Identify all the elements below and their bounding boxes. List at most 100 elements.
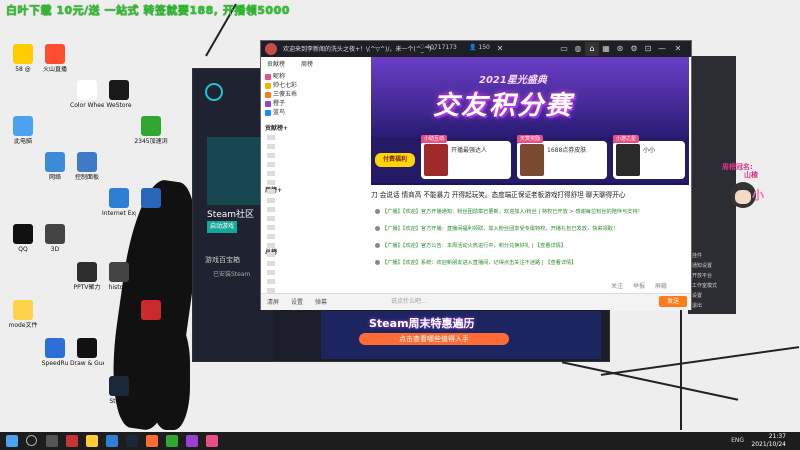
right-menu-item[interactable]: 退出 xyxy=(692,302,732,310)
rank-entry[interactable]: 橙子 xyxy=(265,98,285,107)
rank-entry[interactable]: 昵称 xyxy=(265,71,285,80)
home-icon[interactable]: ⌂ xyxy=(585,42,599,56)
desktop-icon[interactable]: DEVOUR xyxy=(134,300,168,329)
slot-tag: 天赏奖励 xyxy=(517,135,544,143)
chat-message[interactable]: 【广播】【欢迎】官方开播通知：粉丝团勋章已更新，欢迎加入/粉丝 | 特权已开放 … xyxy=(375,209,675,216)
desktop-icon[interactable]: 此电脑 xyxy=(6,116,40,145)
window-close-icon[interactable]: ✕ xyxy=(671,42,685,56)
desktop-icon[interactable]: mode文件 xyxy=(6,300,40,329)
chat-input[interactable]: 说点什么吧... xyxy=(391,296,551,307)
desktop-icon[interactable]: PPTV聚力 xyxy=(70,262,104,291)
rank-entry[interactable]: 蓝鸟 xyxy=(265,107,285,116)
clock[interactable]: 21:37 2021/10/24 xyxy=(751,433,786,449)
taskbar-app-icon[interactable] xyxy=(146,435,158,447)
desktop-icon-label: 2345加速浏 xyxy=(134,138,168,145)
chat-message[interactable]: 【广播】【欢迎】官方公告：本周活动火热进行中，积分兑换好礼 | 【查看详情】 xyxy=(375,243,675,250)
desktop-icon[interactable]: WeStore xyxy=(102,80,136,109)
desktop: 白叶下载 10元/送 一站式 转签就要188, 开播领5000 58 @ 火山直播… xyxy=(0,0,800,432)
rank-entry[interactable]: 三傻五乖 xyxy=(265,89,297,98)
desktop-icon[interactable]: QQ xyxy=(6,224,40,253)
windows-start-icon[interactable] xyxy=(6,435,18,447)
desktop-icon[interactable]: 2345加速浏 xyxy=(134,116,168,145)
app-icon xyxy=(109,376,129,396)
taskbar-app-icon[interactable] xyxy=(106,435,118,447)
chat-message-text: 【广播】【欢迎】官方开播：直播间福利领取，加入粉丝团享受专属特权，开播礼包已发放… xyxy=(382,226,619,232)
right-menu-item[interactable]: 开放平台 xyxy=(692,272,732,280)
lottery-button[interactable]: 付费福利 xyxy=(375,153,415,167)
clear-button[interactable]: 清屏 xyxy=(267,297,279,306)
slot-tag: 小游之星 xyxy=(613,135,640,143)
rank-badge-icon xyxy=(265,91,271,98)
app-icon xyxy=(109,262,129,282)
close-icon[interactable]: ✕ xyxy=(493,42,507,56)
desktop-icon-label: QQ xyxy=(18,246,28,253)
rank-tab[interactable]: 周榜 xyxy=(301,59,313,68)
chat-list[interactable]: 【广播】【欢迎】官方开播通知：粉丝团勋章已更新，欢迎加入/粉丝 | 特权已开放 … xyxy=(371,207,689,279)
event-banner[interactable]: 2021星光盛典 交友积分赛 付费福利 小助互动 开播最强达人 天赏奖励 168… xyxy=(371,57,689,185)
taskbar-app-icon[interactable] xyxy=(186,435,198,447)
minimize-icon[interactable]: — xyxy=(655,42,669,56)
chat-message[interactable]: 【广播】【欢迎】官方开播：直播间福利领取，加入粉丝团享受专属特权，开播礼包已发放… xyxy=(375,226,675,233)
layout-icon[interactable]: ▦ xyxy=(599,42,613,56)
right-menu-item[interactable]: 设置 xyxy=(692,292,732,300)
desktop-icon-label: history xyxy=(108,284,130,291)
task-view-icon[interactable] xyxy=(46,435,58,447)
promo-button[interactable]: 点击查看哪些值得入手 xyxy=(359,333,509,345)
desktop-icon-label: 火山直播 xyxy=(42,66,67,73)
taskbar-app-icon[interactable] xyxy=(66,435,78,447)
streamer-avatar[interactable] xyxy=(265,43,277,55)
app-icon xyxy=(13,224,33,244)
danmaku-button[interactable]: 弹幕 xyxy=(315,297,327,306)
taskbar-app-icon[interactable] xyxy=(126,435,138,447)
block-button[interactable]: 屏蔽 xyxy=(655,281,667,290)
banner-slot[interactable]: 小助互动 开播最强达人 xyxy=(421,135,511,179)
right-menu-item[interactable]: 通知设置 xyxy=(692,262,732,270)
rank-row xyxy=(267,261,277,268)
follow-button[interactable]: 关注 xyxy=(611,281,623,290)
banner-slot[interactable]: 天赏奖励 1688点券皮肤 xyxy=(517,135,607,179)
rank-row-badge-icon xyxy=(267,234,275,239)
right-menu-item[interactable]: 挂件 xyxy=(692,252,732,260)
message-icon[interactable]: ▭ xyxy=(557,42,571,56)
app-icon xyxy=(45,224,65,244)
desktop-icon[interactable]: 58 @ xyxy=(6,44,40,73)
settings-icon[interactable]: ⚙ xyxy=(627,42,641,56)
rank-tab[interactable]: 贡献榜 xyxy=(267,59,285,68)
desktop-icon[interactable]: 网络 xyxy=(38,152,72,181)
send-button[interactable]: 发送 xyxy=(659,296,687,307)
desktop-icon[interactable]: Steam xyxy=(102,376,136,405)
slot-thumb xyxy=(616,144,640,176)
gamepad-icon[interactable]: ⊛ xyxy=(613,42,627,56)
chat-message[interactable]: 【广播】【欢迎】系统：欢迎新朋友进入直播间，记得点击关注不迷路 | 【查看详情】 xyxy=(375,260,675,267)
settings-button[interactable]: 设置 xyxy=(291,297,303,306)
desktop-icon[interactable]: Realtek xyxy=(134,188,168,217)
desktop-icon[interactable]: 腾讯QQ xyxy=(134,376,168,405)
right-menu-item[interactable]: 工作室模式 xyxy=(692,282,732,290)
steam-promo[interactable]: Steam周末特惠遍历 点击查看哪些值得入手 xyxy=(321,311,601,359)
douyu-live-window[interactable]: 欢迎来到李新阁的洗头之夜+！\(^▽^)/，来一个(^_^)~ ♡ 407171… xyxy=(260,40,692,310)
rank-entry[interactable]: 帅七七彩 xyxy=(265,80,297,89)
taskbar-app-icon[interactable] xyxy=(206,435,218,447)
search-icon[interactable] xyxy=(26,435,37,446)
system-tray[interactable]: ENG xyxy=(731,437,744,444)
taskbar-app-icon[interactable] xyxy=(166,435,178,447)
taskbar-app-icon[interactable] xyxy=(86,435,98,447)
desktop-icon-label: mode文件 xyxy=(8,322,38,329)
app-icon xyxy=(141,376,161,396)
rank-row xyxy=(267,243,277,250)
rank-row xyxy=(267,162,277,169)
report-button[interactable]: 举报 xyxy=(633,281,645,290)
desktop-icon[interactable]: history xyxy=(102,262,136,291)
desktop-icon[interactable]: Internet Explorer xyxy=(102,188,136,217)
desktop-icon[interactable]: SpeedRu xyxy=(38,338,72,367)
desktop-icon[interactable]: Color Wheel V1.0 xyxy=(70,80,104,109)
douyu-titlebar: 欢迎来到李新阁的洗头之夜+！\(^▽^)/，来一个(^_^)~ ♡ 407171… xyxy=(261,41,691,57)
desktop-icon[interactable]: 控制面板 xyxy=(70,152,104,181)
pin-icon[interactable]: ⊡ xyxy=(641,42,655,56)
desktop-icon[interactable]: Draw & Guess xyxy=(70,338,104,367)
desktop-icon[interactable]: 3D xyxy=(38,224,72,253)
banner-slot[interactable]: 小游之星 小小 xyxy=(613,135,685,179)
desktop-icon[interactable]: 火山直播 xyxy=(38,44,72,73)
start-game-button[interactable]: 启动游戏 xyxy=(207,221,237,233)
gift-icon[interactable]: ◍ xyxy=(571,42,585,56)
